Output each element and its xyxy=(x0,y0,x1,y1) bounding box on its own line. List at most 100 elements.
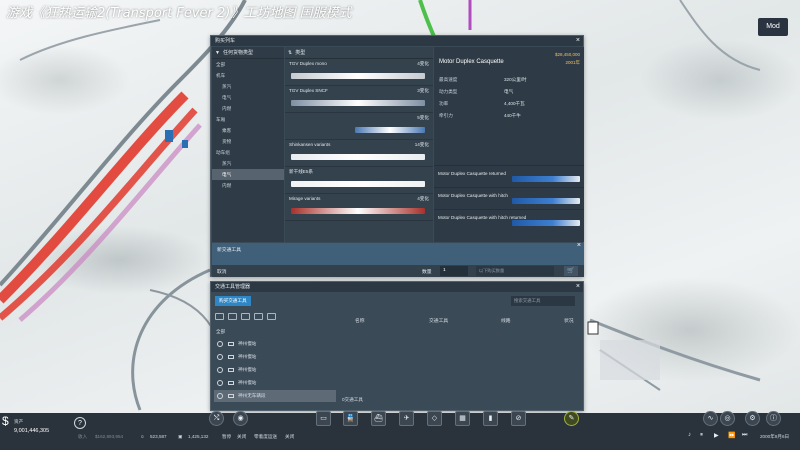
buy-cart-button[interactable]: 🛒 xyxy=(564,266,578,276)
model-year: 2001年 xyxy=(565,60,580,65)
category-item[interactable]: 内燃 xyxy=(212,180,284,191)
category-item[interactable]: 全部 xyxy=(212,59,284,70)
cargo-filter[interactable]: ▼ 任何货物类型 xyxy=(212,47,284,59)
window-title: 购买列车 xyxy=(215,38,236,44)
income-value: $162,893,954 xyxy=(95,434,124,439)
filter-icon: ▼ xyxy=(215,49,220,56)
plane-build-icon[interactable]: ✈ xyxy=(399,411,414,426)
filter-bus-icon[interactable] xyxy=(241,313,250,320)
variant-count: 14变化 xyxy=(414,142,429,147)
vehicle-type-filters xyxy=(215,313,276,320)
buy-vehicle-tab[interactable]: 购买交通工具 xyxy=(215,296,251,306)
music-icon[interactable]: ♪ xyxy=(688,432,691,438)
speed-slow-icon[interactable]: ⏸ xyxy=(700,432,703,439)
building-icon[interactable]: ▦ xyxy=(455,411,470,426)
vehicle-family-row[interactable]: TGV Duplex SNCF 3变化 xyxy=(285,86,433,113)
manager-icon[interactable]: ◉ xyxy=(233,411,248,426)
vehicle-search-input[interactable]: 搜索交通工具 xyxy=(511,296,575,306)
active-tool-icon[interactable]: ✎ xyxy=(564,411,579,426)
speed-3-icon[interactable]: ⏭ xyxy=(742,432,747,439)
buy-quantity-field[interactable]: 以下购买数量 xyxy=(476,266,554,276)
category-item[interactable]: 蒸汽 xyxy=(212,81,284,92)
depot-row[interactable]: 神州慢站 xyxy=(214,364,336,376)
depot-icon xyxy=(228,381,234,385)
column-status[interactable]: 状况 xyxy=(564,317,574,324)
category-item[interactable]: 机车 xyxy=(212,70,284,81)
ship-build-icon[interactable]: ⛴ xyxy=(371,411,386,426)
filter-train-icon[interactable] xyxy=(228,313,237,320)
category-item[interactable]: 动车组 xyxy=(212,147,284,158)
depot-row[interactable]: 神州慢站 xyxy=(214,377,336,389)
model-variant-row[interactable]: Motor Duplex Casquette with hitch return… xyxy=(434,209,584,229)
radio-icon[interactable] xyxy=(217,367,223,373)
category-item[interactable]: 车厢 xyxy=(212,114,284,125)
group-all[interactable]: 全部 xyxy=(216,329,225,335)
category-item[interactable]: 蒸汽 xyxy=(212,158,284,169)
speed-1-icon[interactable]: ▶ xyxy=(714,432,719,439)
depot-icon xyxy=(228,342,234,346)
category-item[interactable]: 电气 xyxy=(212,92,284,103)
depot-row[interactable]: 神州无车辆段 xyxy=(214,390,336,402)
category-item[interactable]: 电气 xyxy=(212,169,284,180)
depot-row[interactable]: 神州慢站 xyxy=(214,351,336,363)
shuffle-icon[interactable]: ⤭ xyxy=(209,411,224,426)
depot-name: 神州无车辆段 xyxy=(238,393,266,398)
layers-icon[interactable]: ∿ xyxy=(703,411,718,426)
category-item[interactable]: 乘客 xyxy=(212,125,284,136)
chart-icon[interactable]: ▮ xyxy=(483,411,498,426)
vehicle-family-row[interactable]: TGV Duplex mono 4变化 xyxy=(285,59,433,86)
bulldoze-icon[interactable]: ⊘ xyxy=(511,411,526,426)
speed-2-icon[interactable]: ⏩ xyxy=(728,432,735,439)
category-item[interactable]: 货物 xyxy=(212,136,284,147)
filter-truck-icon[interactable] xyxy=(254,313,263,320)
categories: 全部 机车 蒸汽 电气 内燃 车厢 乘客 货物 动车组 蒸汽 电气 内燃 xyxy=(212,59,284,191)
depot-row[interactable]: 神州慢站 xyxy=(214,338,336,350)
filter-all-icon[interactable] xyxy=(215,313,224,320)
money-icon: $ xyxy=(2,414,9,428)
help-icon[interactable]: ? xyxy=(74,417,86,429)
toggle2-value[interactable]: 关闭 xyxy=(285,434,294,440)
vehicle-family-name: Mirage variants xyxy=(289,196,321,201)
column-line[interactable]: 线路 xyxy=(501,317,511,324)
close-icon[interactable]: × xyxy=(577,241,581,251)
spec-label: 牵引力 xyxy=(439,113,453,118)
toggle1-value[interactable]: 关闭 xyxy=(237,434,246,440)
depot-icon xyxy=(228,394,234,398)
channel-logo: Mod xyxy=(758,18,788,36)
window-titlebar[interactable]: 购买列车 × xyxy=(211,36,583,46)
quantity-input[interactable]: 1 xyxy=(440,266,468,276)
info-icon[interactable]: ⓘ xyxy=(766,411,781,426)
close-icon[interactable]: × xyxy=(576,36,580,46)
window-title: 交通工具管理器 xyxy=(215,284,251,290)
window-titlebar[interactable]: 交通工具管理器 × xyxy=(211,282,583,292)
vehicle-family-row[interactable]: 5变化 xyxy=(285,113,433,140)
variant-count: 3变化 xyxy=(417,88,429,93)
camera-icon[interactable]: ◎ xyxy=(720,411,735,426)
column-name[interactable]: 名称 xyxy=(355,317,365,324)
spec-label: 动力类型 xyxy=(439,89,458,94)
cancel-button[interactable]: 取消 xyxy=(217,268,227,275)
filter-ship-icon[interactable] xyxy=(267,313,276,320)
vehicle-count: 0交通工具 xyxy=(342,397,363,402)
sort-label: 类型 xyxy=(295,49,306,56)
vehicle-build-icon[interactable]: ▭ xyxy=(316,411,331,426)
sort-control[interactable]: ⇅ 类型 xyxy=(285,47,433,59)
vehicle-family-row[interactable]: Shinkansen variants 14变化 xyxy=(285,140,433,167)
vehicle-family-row[interactable]: Mirage variants 4变化 xyxy=(285,194,433,221)
settings-icon[interactable]: ⚙ xyxy=(745,411,760,426)
cargo-icon: ▣ xyxy=(178,434,183,439)
radio-icon[interactable] xyxy=(217,393,223,399)
vehicle-family-row[interactable]: 新干线E5系 xyxy=(285,167,433,194)
train-build-icon[interactable]: 🚆 xyxy=(343,411,358,426)
terrain-icon[interactable]: ◇ xyxy=(427,411,442,426)
population-icon: ☺ xyxy=(140,434,145,439)
column-vehicle[interactable]: 交通工具 xyxy=(429,317,448,324)
radio-icon[interactable] xyxy=(217,380,223,386)
model-variant-row[interactable]: Motor Duplex Casquette returned xyxy=(434,165,584,185)
radio-icon[interactable] xyxy=(217,341,223,347)
category-item[interactable]: 内燃 xyxy=(212,103,284,114)
close-icon[interactable]: × xyxy=(576,282,580,292)
vehicle-family-name: TGV Duplex mono xyxy=(289,61,327,66)
model-variant-row[interactable]: Motor Duplex Casquette with hitch xyxy=(434,187,584,207)
radio-icon[interactable] xyxy=(217,354,223,360)
